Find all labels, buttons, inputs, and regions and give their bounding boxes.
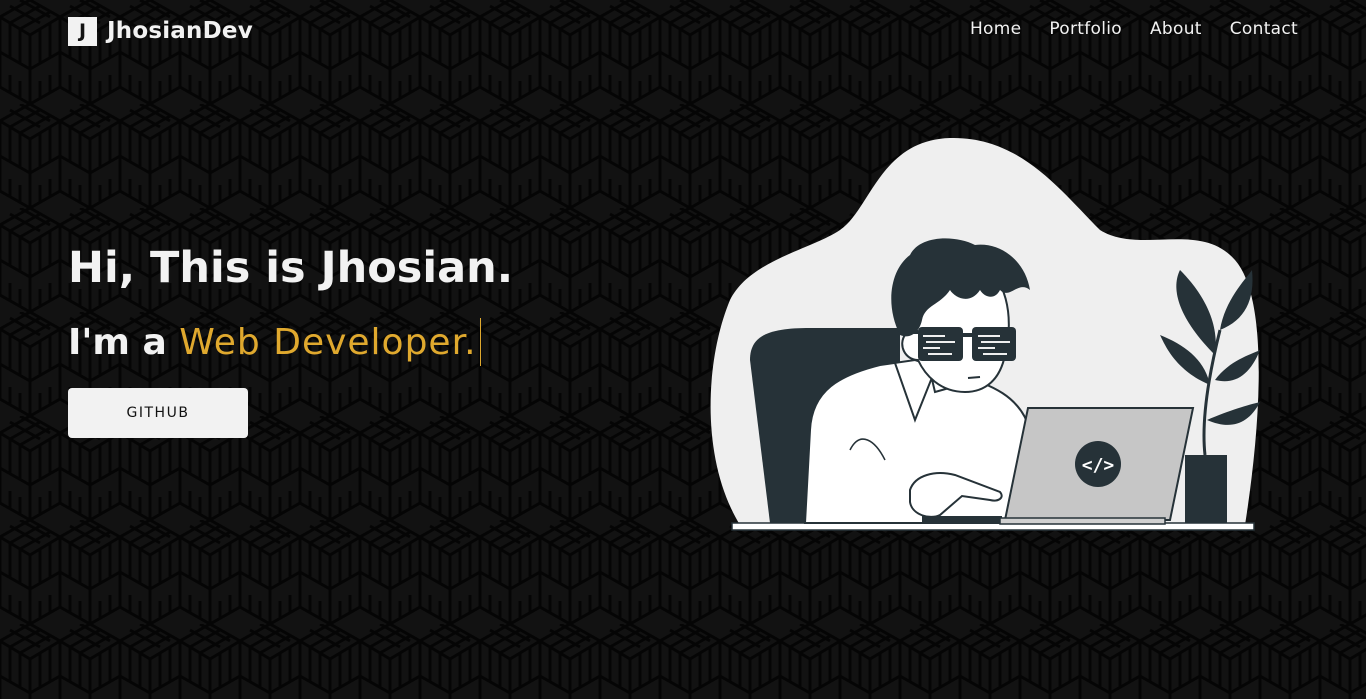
brand-logo-icon: J	[68, 16, 97, 46]
hero-section: Hi, This is Jhosian. I'm a Web Developer…	[68, 238, 514, 438]
plant-pot	[1185, 455, 1227, 523]
hero-role-line: I'm a Web Developer.	[68, 318, 513, 366]
nav-link-portfolio[interactable]: Portfolio	[1049, 19, 1122, 39]
hero-greeting: Hi, This is Jhosian.	[68, 243, 514, 293]
brand-link[interactable]: J JhosianDev	[68, 16, 253, 46]
navbar: J JhosianDev Home Portfolio About Contac…	[0, 0, 1366, 62]
role-typed-text: Web Developer.	[179, 321, 477, 363]
nav-link-about[interactable]: About	[1150, 19, 1202, 39]
nav-links: Home Portfolio About Contact	[942, 19, 1298, 39]
nav-link-contact[interactable]: Contact	[1230, 19, 1298, 39]
role-prefix: I'm a	[68, 321, 180, 363]
github-button[interactable]: GITHUB	[68, 388, 248, 438]
glasses	[904, 327, 1016, 361]
code-icon-text: </>	[1082, 455, 1115, 476]
typing-cursor	[479, 318, 482, 366]
brand-name: JhosianDev	[107, 18, 253, 44]
desk	[731, 522, 1255, 531]
nav-link-home[interactable]: Home	[970, 19, 1021, 39]
developer-illustration: </>	[710, 137, 1260, 531]
